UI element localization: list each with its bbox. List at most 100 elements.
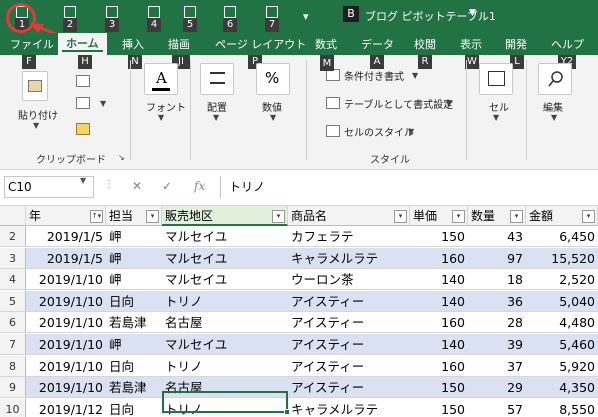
select-all-corner[interactable] (0, 206, 26, 226)
cell-region[interactable]: マルセイユ (162, 248, 288, 269)
filter-dropdown-icon[interactable]: ▾ (146, 210, 159, 223)
tab-help[interactable]: ヘルプ (551, 36, 584, 52)
chevron-down-icon[interactable]: ▼ (213, 113, 219, 122)
cell-rep[interactable]: 岬 (106, 269, 162, 291)
qat-check-button[interactable]: 6 (220, 6, 240, 32)
qat-document-button[interactable]: 7 (262, 6, 282, 32)
filter-dropdown-icon[interactable]: ▾ (272, 210, 285, 223)
cell-region[interactable]: マルセイユ (162, 226, 288, 247)
cell-price[interactable]: 160 (410, 356, 468, 377)
tab-file[interactable]: ファイル (10, 36, 54, 52)
column-header-price[interactable]: 単価 ▾ (410, 206, 468, 226)
column-header-rep[interactable]: 担当 ▾ (106, 206, 162, 226)
cell-amount[interactable]: 8,550 (526, 399, 598, 417)
cell-amount[interactable]: 2,520 (526, 269, 598, 291)
cell-qty[interactable]: 57 (468, 399, 526, 417)
filter-dropdown-icon[interactable]: ▾ (510, 210, 523, 223)
cell-product[interactable]: アイスティー (288, 291, 410, 312)
cell-amount[interactable]: 5,920 (526, 356, 598, 377)
cell-qty[interactable]: 28 (468, 312, 526, 334)
cell-year[interactable]: 2019/1/5 (26, 226, 106, 247)
row-header[interactable]: 5 (0, 290, 26, 312)
cell-product[interactable]: アイスティー (288, 377, 410, 399)
cell-price[interactable]: 150 (410, 399, 468, 417)
cell-amount[interactable]: 5,460 (526, 334, 598, 355)
font-button[interactable]: A (144, 63, 178, 95)
row-header[interactable]: 8 (0, 355, 26, 377)
cell-year[interactable]: 2019/1/10 (26, 334, 106, 355)
alignment-button[interactable] (200, 63, 234, 95)
cell-region[interactable]: 名古屋 (162, 312, 288, 334)
cell-price[interactable]: 150 (410, 226, 468, 247)
chevron-down-icon[interactable]: ▼ (80, 176, 86, 185)
cell-product[interactable]: カフェラテ (288, 226, 410, 247)
cell-rep[interactable]: 若島津 (106, 312, 162, 334)
cell-amount[interactable]: 5,040 (526, 291, 598, 312)
chevron-down-icon[interactable]: ▼ (33, 121, 39, 130)
cell-year[interactable]: 2019/1/10 (26, 312, 106, 334)
cell-qty[interactable]: 43 (468, 226, 526, 247)
cell-product[interactable]: アイスティー (288, 312, 410, 334)
cell-qty[interactable]: 29 (468, 377, 526, 399)
column-header-amount[interactable]: 金額 ▾ (526, 206, 598, 226)
cell-region[interactable]: マルセイユ (162, 269, 288, 291)
copy-icon[interactable] (76, 97, 90, 109)
format-painter-icon[interactable] (76, 123, 90, 135)
insert-function-icon[interactable]: fx (194, 179, 205, 193)
cell-region[interactable]: トリノ (162, 356, 288, 377)
filter-dropdown-icon[interactable]: ▾ (582, 210, 595, 223)
editing-button[interactable] (538, 63, 572, 95)
filter-dropdown-icon[interactable]: ▾ (452, 210, 465, 223)
cell-product[interactable]: ウーロン茶 (288, 269, 410, 291)
cell-product[interactable]: アイスティー (288, 334, 410, 355)
tab-developer[interactable]: 開発 (505, 36, 527, 52)
cell-rep[interactable]: 日向 (106, 291, 162, 312)
cell-rep[interactable]: 日向 (106, 356, 162, 377)
dialog-launcher-icon[interactable]: ↘ (118, 153, 125, 162)
chevron-down-icon[interactable]: ▼ (446, 99, 452, 108)
number-format-button[interactable]: % (256, 63, 290, 95)
chevron-down-icon[interactable]: ▼ (469, 8, 476, 18)
fill-handle[interactable] (284, 409, 290, 415)
cancel-icon[interactable]: ✕ (132, 179, 142, 193)
cell-year[interactable]: 2019/1/5 (26, 248, 106, 269)
cell-rep[interactable]: 岬 (106, 248, 162, 269)
cell-year[interactable]: 2019/1/10 (26, 377, 106, 399)
conditional-format-button[interactable]: 条件付き書式 (344, 68, 404, 83)
cell-amount[interactable]: 15,520 (526, 248, 598, 269)
cell-price[interactable]: 160 (410, 248, 468, 269)
format-as-table-button[interactable]: テーブルとして書式設定 (344, 96, 453, 111)
cell-qty[interactable]: 37 (468, 356, 526, 377)
tab-view[interactable]: 表示 (460, 36, 482, 52)
chevron-down-icon[interactable]: ▼ (100, 99, 106, 108)
row-header[interactable]: 7 (0, 334, 26, 355)
cell-amount[interactable]: 4,480 (526, 312, 598, 334)
cell-year[interactable]: 2019/1/10 (26, 269, 106, 291)
cell-price[interactable]: 140 (410, 291, 468, 312)
chevron-down-icon[interactable]: ▼ (493, 113, 499, 122)
cut-icon[interactable] (76, 75, 90, 87)
cell-price[interactable]: 140 (410, 269, 468, 291)
chevron-down-icon[interactable]: ▼ (270, 113, 276, 122)
active-cell-selection[interactable] (162, 391, 290, 415)
cell-year[interactable]: 2019/1/10 (26, 291, 106, 312)
cell-qty[interactable]: 36 (468, 291, 526, 312)
chevron-down-icon[interactable]: ▼ (158, 113, 164, 122)
cell-product[interactable]: キャラメルラテ (288, 248, 410, 269)
column-header-product[interactable]: 商品名 ▾ (288, 206, 410, 226)
qat-undo-button[interactable]: 5 (180, 6, 200, 32)
row-header[interactable]: 10 (0, 398, 26, 417)
formula-input[interactable]: トリノ (220, 176, 595, 198)
paste-button[interactable] (22, 71, 48, 101)
cell-product[interactable]: アイスティー (288, 356, 410, 377)
cell-rep[interactable]: 岬 (106, 334, 162, 355)
row-header[interactable]: 6 (0, 312, 26, 334)
chevron-down-icon[interactable]: ▼ (412, 71, 418, 80)
row-header[interactable]: 9 (0, 377, 26, 399)
cell-rep[interactable]: 日向 (106, 399, 162, 417)
qat-print-button[interactable]: 3 (102, 6, 122, 32)
column-header-region[interactable]: 販売地区 ▾ (162, 206, 288, 226)
cell-qty[interactable]: 18 (468, 269, 526, 291)
document-title[interactable]: ブログ ピボットテーブル1 (365, 8, 496, 24)
filter-dropdown-icon[interactable]: ▾ (394, 210, 407, 223)
